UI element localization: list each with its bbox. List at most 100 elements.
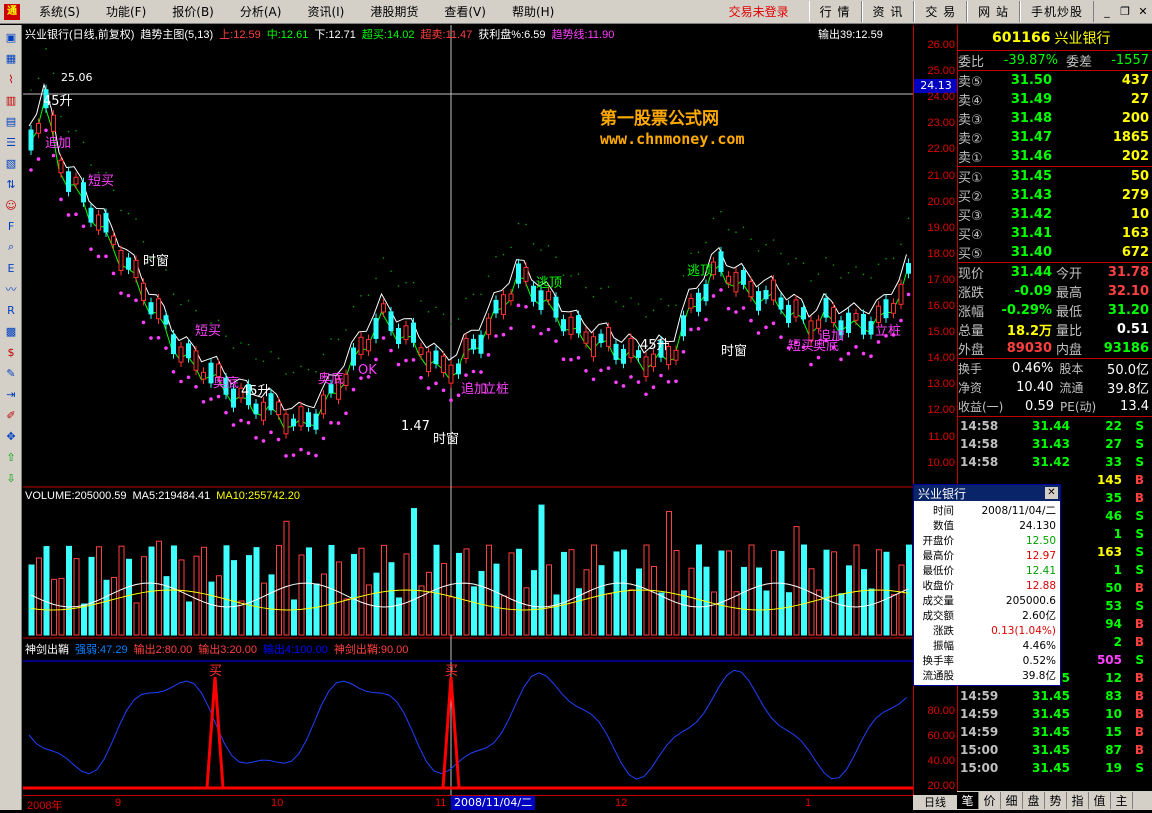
grid-icon[interactable]: ▦: [2, 49, 20, 67]
people-icon[interactable]: ☺: [2, 196, 20, 214]
menu-item-5[interactable]: 港股期货: [357, 3, 431, 20]
upper-dot: [862, 273, 865, 276]
etf-icon[interactable]: E: [2, 259, 20, 277]
close-icon[interactable]: ✕: [1134, 4, 1152, 20]
top-button-4[interactable]: 手机炒股: [1019, 1, 1094, 22]
upper-dot: [277, 357, 280, 360]
f10-icon[interactable]: F: [2, 217, 20, 235]
volume-bar: [508, 552, 515, 636]
tooltip-titlebar[interactable]: 兴业银行 ✕: [914, 485, 1060, 501]
ask-row[interactable]: 卖③ 31.48 200: [958, 109, 1152, 128]
table-icon[interactable]: ▤: [2, 112, 20, 130]
trend-dot: [636, 380, 641, 384]
trend-dot: [696, 327, 701, 331]
export-icon[interactable]: ⇥: [2, 385, 20, 403]
move-icon[interactable]: ✥: [2, 427, 20, 445]
tick-price: 31.45: [1032, 707, 1070, 721]
menu-item-4[interactable]: 资讯(I): [294, 3, 357, 20]
volume-bar: [246, 555, 252, 636]
upper-dot: [757, 250, 760, 252]
top-button-3[interactable]: 网 站: [967, 1, 1020, 22]
bid-row-label: 买②: [958, 190, 983, 205]
period-day-tab[interactable]: 日线: [913, 795, 957, 810]
stock-name: 兴业银行: [1054, 30, 1111, 47]
price-tick: 20.00: [927, 195, 955, 208]
candle-body: [816, 319, 821, 329]
quote-tab-5[interactable]: 指: [1067, 792, 1089, 809]
candle-body: [441, 355, 446, 373]
volume-bar: [366, 584, 372, 636]
trend-dot: [449, 398, 453, 403]
quote-tab-4[interactable]: 势: [1045, 792, 1067, 809]
trend-dot: [336, 421, 341, 425]
up-arrow-icon[interactable]: ⇧: [2, 448, 20, 466]
volume-bar: [471, 586, 477, 636]
report-icon[interactable]: ▧: [2, 154, 20, 172]
wrench-icon[interactable]: ✎: [2, 364, 20, 382]
menu-item-6[interactable]: 查看(V): [431, 3, 499, 20]
quote-tab-2[interactable]: 细: [1001, 792, 1023, 809]
quote-tab-0[interactable]: 笔: [957, 792, 979, 809]
candle-body: [471, 338, 476, 350]
stat-value: 10.40: [1016, 380, 1054, 395]
search-icon[interactable]: ⌕: [2, 238, 20, 256]
menu-item-1[interactable]: 功能(F): [93, 3, 159, 20]
quote-tab-1[interactable]: 价: [979, 792, 1001, 809]
ask-row[interactable]: 卖⑤ 31.50 437: [958, 71, 1152, 90]
minimize-icon[interactable]: _: [1098, 4, 1116, 20]
menu-item-7[interactable]: 帮助(H): [499, 3, 567, 20]
volume-bar: [208, 581, 215, 636]
top-button-0[interactable]: 行 情: [808, 1, 862, 22]
menu-item-0[interactable]: 系统(S): [26, 3, 93, 20]
top-button-2[interactable]: 交 易: [914, 1, 968, 22]
bar-chart-icon[interactable]: ▥: [2, 91, 20, 109]
volume-bar: [786, 592, 792, 636]
bid-row[interactable]: 买③ 31.42 10: [958, 205, 1152, 224]
pen-icon[interactable]: ✐: [2, 406, 20, 424]
menu-item-3[interactable]: 分析(A): [227, 3, 295, 20]
ask-row[interactable]: 卖② 31.47 1865: [958, 128, 1152, 147]
quote-tab-6[interactable]: 值: [1089, 792, 1111, 809]
bid-row[interactable]: 买② 31.43 279: [958, 186, 1152, 205]
sword-title: 神剑出鞘 强弱:47.29 输出2:80.00 输出3:20.00 输出4:100.00…: [25, 641, 420, 657]
ask-row[interactable]: 卖④ 31.49 27: [958, 90, 1152, 109]
restore-icon[interactable]: ❐: [1116, 4, 1134, 20]
sort-icon[interactable]: ⇅: [2, 175, 20, 193]
bid-row[interactable]: 买⑤ 31.40 672: [958, 243, 1152, 262]
upper-dot: [907, 217, 910, 220]
volume-bar: [411, 508, 417, 636]
multi-icon[interactable]: ▩: [2, 322, 20, 340]
down-arrow-icon[interactable]: ⇩: [2, 469, 20, 487]
upper-dot: [487, 275, 490, 278]
dollar-icon[interactable]: $: [2, 343, 20, 361]
kline-svg[interactable]: 45升追加短买时窗短买奥底 奥底OK追加立桩1.47时窗逃顶45升逃顶时窗追加短买…: [23, 25, 913, 795]
volume-bar: [673, 549, 680, 636]
top-button-1[interactable]: 资 讯: [861, 1, 915, 22]
trend-dot: [531, 324, 536, 329]
tooltip-row: 时间 2008/11/04/二: [914, 503, 1060, 518]
quote-tab-7[interactable]: 主: [1111, 792, 1133, 809]
tick-volume: 22: [1105, 419, 1122, 433]
chart-area[interactable]: 45升 追加 短买 时窗 短买 奥底 奥底 OK 追加 立桩 1.47 时窗 逃顶 45升 逃顶 时窗 追加 短买…: [23, 25, 913, 795]
upper-dot: [667, 304, 670, 307]
ask-row[interactable]: 卖① 31.46 202: [958, 147, 1152, 166]
upper-dot: [450, 323, 452, 325]
signal-annotation: 45升: [43, 94, 73, 109]
window-icon[interactable]: ▣: [2, 28, 20, 46]
bid-row[interactable]: 买④ 31.41 163: [958, 224, 1152, 243]
bid-row[interactable]: 买① 31.45 50: [958, 167, 1152, 186]
tick-direction: B: [1134, 473, 1144, 487]
volume-bar: [388, 562, 395, 636]
tooltip-close-icon[interactable]: ✕: [1045, 487, 1058, 499]
line-chart-icon[interactable]: ⌇: [2, 70, 20, 88]
trade-login-status[interactable]: 交易未登录: [729, 3, 789, 20]
rsi-icon[interactable]: R: [2, 301, 20, 319]
quote-tab-3[interactable]: 盘: [1023, 792, 1045, 809]
trend-dot: [584, 368, 588, 373]
wave-icon[interactable]: 〰: [2, 280, 20, 298]
candle-body: [606, 327, 611, 347]
data-tooltip-window[interactable]: 兴业银行 ✕ 时间 2008/11/04/二 数值 24.130 开盘价 12.50 最高价…: [913, 484, 1061, 686]
list-icon[interactable]: ☰: [2, 133, 20, 151]
stat-value: 32.10: [1107, 284, 1149, 299]
menu-item-2[interactable]: 报价(B): [159, 3, 227, 20]
